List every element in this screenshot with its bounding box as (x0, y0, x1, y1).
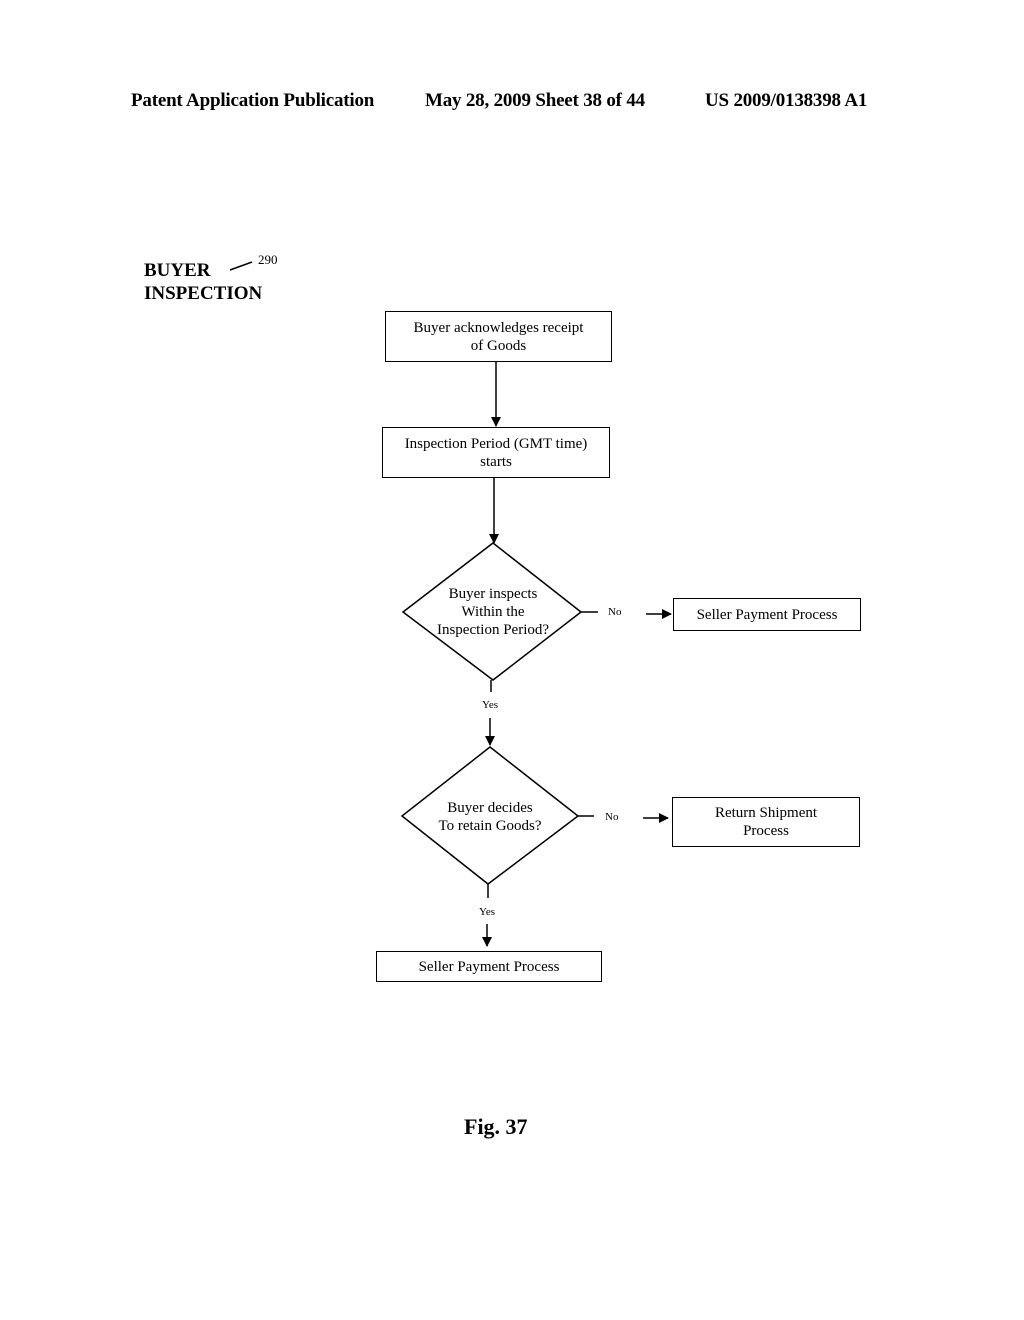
node-inspection-start: Inspection Period (GMT time) starts (382, 427, 610, 478)
node-ack-receipt: Buyer acknowledges receipt of Goods (385, 311, 612, 362)
node-ack-receipt-line1: Buyer acknowledges receipt (413, 319, 584, 336)
node-ack-receipt-line2: of Goods (470, 337, 527, 354)
edge-yes-1: Yes (482, 699, 499, 711)
figure-label: Fig. 37 (464, 1114, 528, 1139)
decision-inspect-line2: Within the (461, 604, 525, 620)
edge-yes-2: Yes (479, 906, 496, 918)
edge-no-2: No (605, 811, 619, 823)
reference-leader (229, 261, 253, 271)
node-inspection-start-line2: starts (480, 453, 512, 470)
decision-retain-line1: Buyer decides (447, 800, 533, 816)
node-inspection-start-line1: Inspection Period (GMT time) (404, 435, 588, 452)
node-return-shipment: Return Shipment Process (672, 797, 860, 847)
edge-no-1: No (608, 606, 622, 618)
decision-inspect-line1: Buyer inspects (448, 586, 538, 602)
node-seller-payment-2: Seller Payment Process (376, 951, 602, 982)
decision-retain-text: Buyer decides To retain Goods? (420, 799, 560, 835)
decision-inspect-line3: Inspection Period? (436, 622, 550, 638)
node-seller-payment-1-label: Seller Payment Process (696, 606, 838, 623)
node-seller-payment-2-label: Seller Payment Process (418, 958, 560, 975)
node-seller-payment-1: Seller Payment Process (673, 598, 861, 631)
node-return-shipment-line2: Process (743, 823, 789, 839)
decision-inspect-text: Buyer inspects Within the Inspection Per… (423, 585, 563, 639)
node-return-shipment-line1: Return Shipment (714, 805, 818, 821)
decision-retain-line2: To retain Goods? (438, 818, 542, 834)
